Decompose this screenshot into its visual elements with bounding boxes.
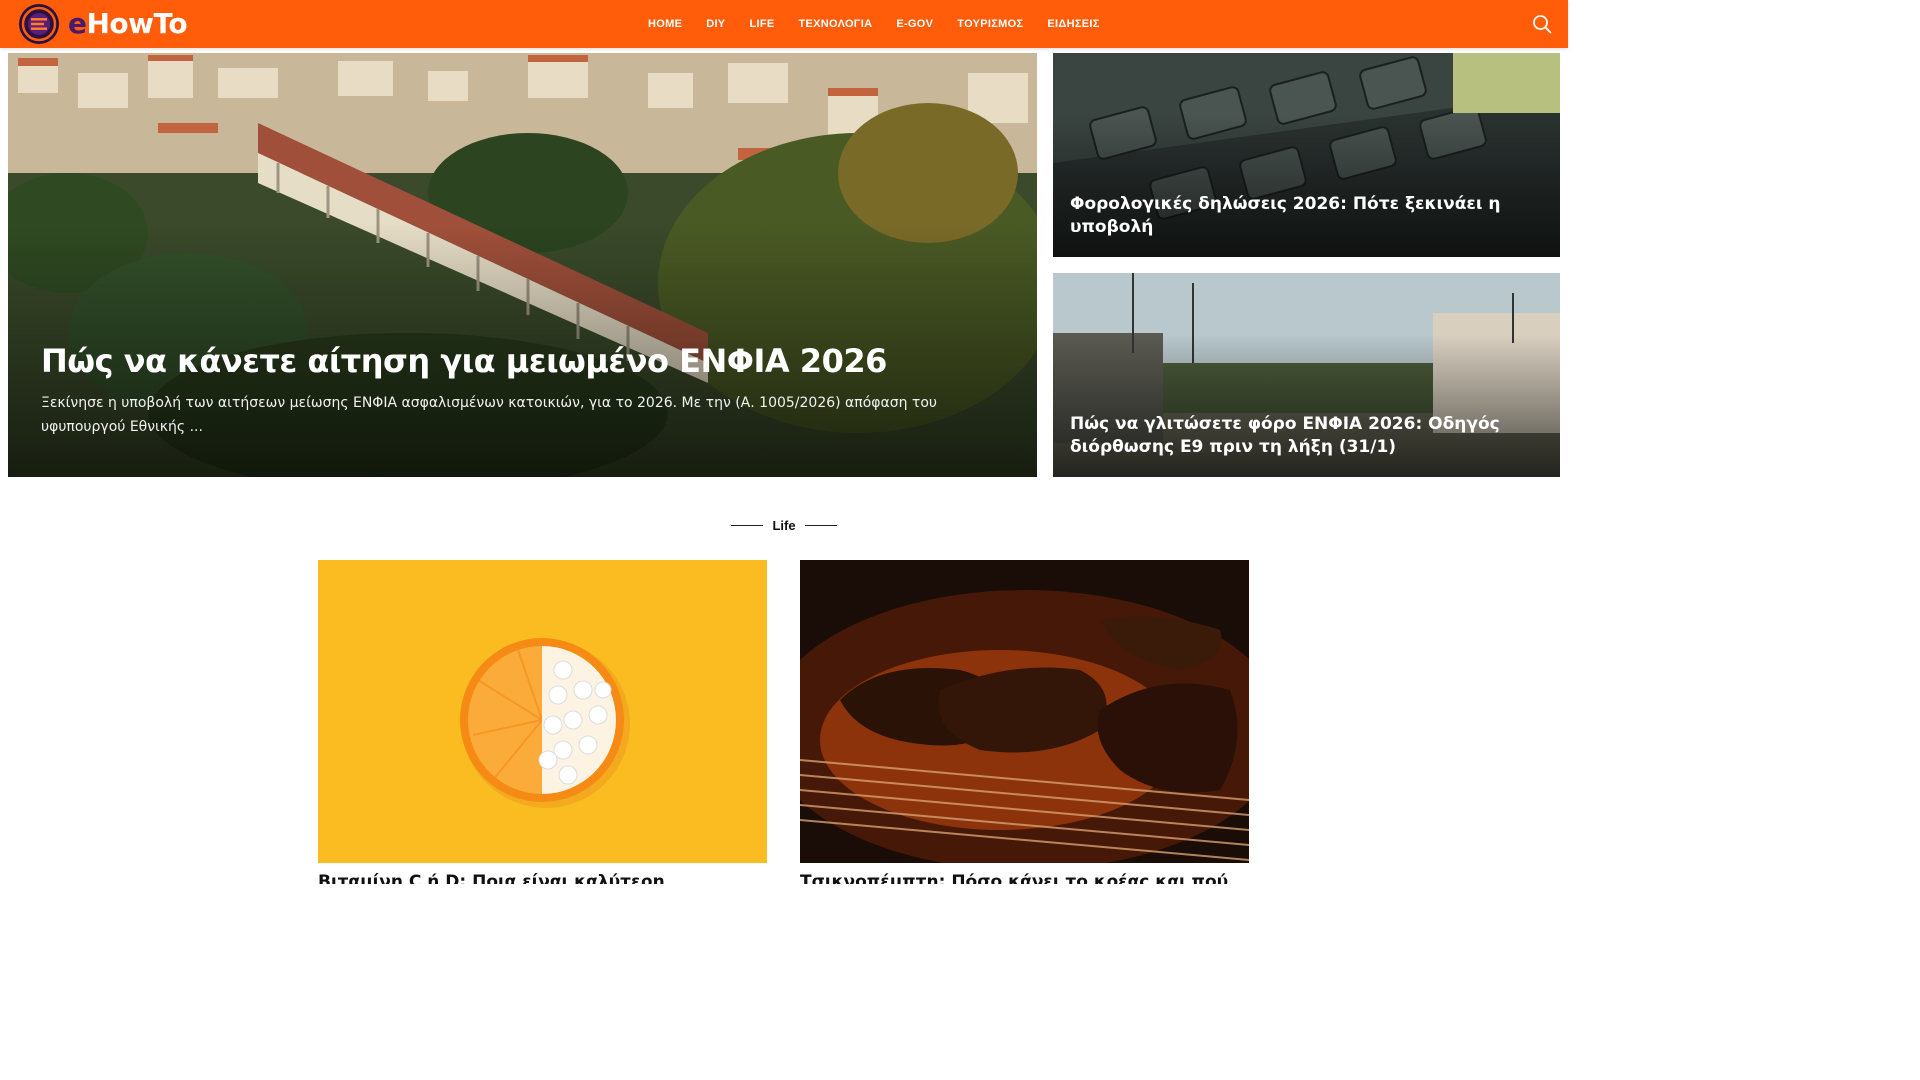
orange-pills-image xyxy=(318,560,767,863)
nav-item-tourism[interactable]: ΤΟΥΡΙΣΜΟΣ xyxy=(957,18,1023,30)
nav-item-home[interactable]: HOME xyxy=(648,18,682,30)
nav-item-life[interactable]: LIFE xyxy=(749,18,774,30)
logo-text-rest: HowTo xyxy=(86,7,188,40)
search-icon[interactable] xyxy=(1532,14,1552,34)
section-label[interactable]: Life xyxy=(772,518,795,533)
logo-icon xyxy=(19,4,59,44)
hero-main-title[interactable]: Πώς να κάνετε αίτηση για μειωμένο ΕΝΦΙΑ … xyxy=(41,341,1001,381)
section-divider-left xyxy=(731,524,764,526)
nav-item-egov[interactable]: E-GOV xyxy=(896,18,933,30)
article-card-1-image[interactable] xyxy=(318,560,767,863)
hero-main-excerpt: Ξεκίνησε η υποβολή των αιτήσεων μείωσης … xyxy=(41,395,938,435)
section-divider-right xyxy=(804,524,837,526)
nav-item-diy[interactable]: DIY xyxy=(706,18,725,30)
logo-text: eHowTo xyxy=(68,3,188,45)
logo-text-e: e xyxy=(68,7,87,40)
grill-meat-image xyxy=(800,560,1249,863)
nav-item-technology[interactable]: ΤΕΧΝΟΛΟΓΙΑ xyxy=(799,18,873,30)
hero-main-article[interactable]: Πώς να κάνετε αίτηση για μειωμένο ΕΝΦΙΑ … xyxy=(8,53,1037,477)
hero-side-article-1[interactable]: Φορολογικές δηλώσεις 2026: Πότε ξεκινάει… xyxy=(1053,53,1560,257)
nav-item-news[interactable]: ΕΙΔΗΣΕΙΣ xyxy=(1047,18,1099,30)
hero-side-title-2[interactable]: Πώς να γλιτώσετε φόρο ΕΝΦΙΑ 2026: Οδηγός… xyxy=(1070,413,1540,459)
site-logo[interactable]: eHowTo xyxy=(18,3,188,45)
hero-side-title-1[interactable]: Φορολογικές δηλώσεις 2026: Πότε ξεκινάει… xyxy=(1070,193,1540,239)
article-card-1-title[interactable]: Βιταμίνη C ή D: Ποια είναι καλύτερη xyxy=(318,872,767,884)
site-header: eHowTo HOME DIY LIFE ΤΕΧΝΟΛΟΓΙΑ E-GOV ΤΟ… xyxy=(0,0,1568,48)
article-card-2-title[interactable]: Τσικνοπέμπτη: Πόσο κάνει το κρέας και πο… xyxy=(800,872,1249,884)
main-nav: HOME DIY LIFE ΤΕΧΝΟΛΟΓΙΑ E-GOV ΤΟΥΡΙΣΜΟΣ… xyxy=(636,0,1112,48)
article-card-2-image[interactable] xyxy=(800,560,1249,863)
section-header-life: Life xyxy=(0,516,1568,534)
hero-side-article-2[interactable]: Πώς να γλιτώσετε φόρο ΕΝΦΙΑ 2026: Οδηγός… xyxy=(1053,273,1560,477)
